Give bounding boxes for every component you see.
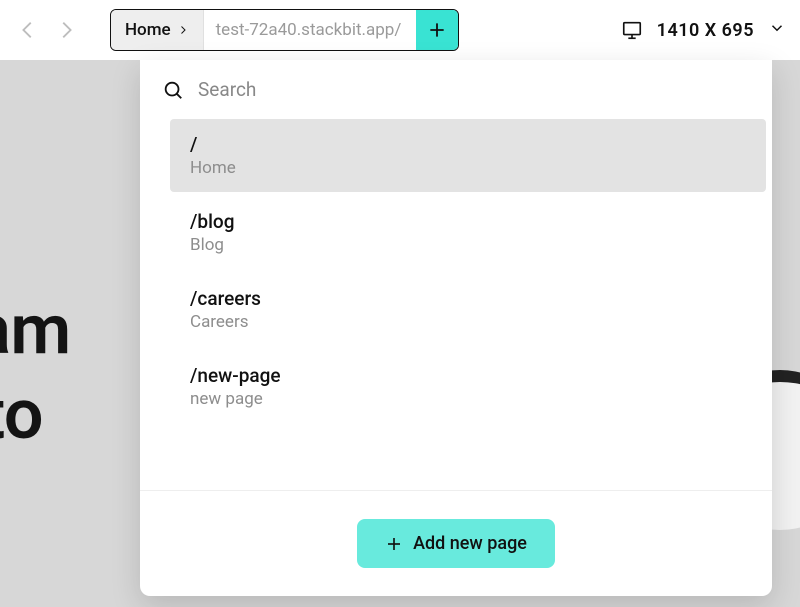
url-box: Home test-72a40.stackbit.app/ [110, 9, 459, 51]
breadcrumb-label: Home [125, 20, 171, 40]
viewport-selector[interactable]: 1410 X 695 [621, 19, 786, 41]
search-input[interactable] [198, 78, 750, 101]
chevron-down-icon [768, 19, 786, 37]
bg-hero-text: A team one to [0, 288, 71, 459]
page-list-scroll[interactable]: /Home/blogBlog/careersCareers/new-pagene… [170, 119, 772, 490]
breadcrumb-home[interactable]: Home [111, 10, 204, 50]
page-item[interactable]: /Home [170, 119, 766, 192]
search-icon [162, 79, 184, 101]
page-title: Careers [190, 312, 748, 332]
add-page-toolbar-button[interactable] [416, 10, 458, 50]
page-title: Home [190, 158, 748, 178]
viewport-size-label: 1410 X 695 [657, 20, 754, 41]
back-arrow-icon [17, 19, 39, 41]
page-picker-dropdown: /Home/blogBlog/careersCareers/new-pagene… [140, 60, 772, 596]
page-title: Blog [190, 235, 748, 255]
add-new-page-label: Add new page [413, 533, 527, 554]
dropdown-footer: Add new page [140, 490, 772, 596]
page-list: /Home/blogBlog/careersCareers/new-pagene… [140, 119, 772, 490]
page-item[interactable]: /blogBlog [170, 196, 766, 269]
topbar: Home test-72a40.stackbit.app/ 1410 X 695 [0, 0, 800, 60]
forward-arrow-icon [55, 19, 77, 41]
viewport-chevron [768, 19, 786, 41]
plus-icon [385, 535, 403, 553]
forward-button[interactable] [52, 16, 80, 44]
back-button[interactable] [14, 16, 42, 44]
chevron-right-icon [177, 24, 189, 36]
page-path: /new-page [190, 364, 748, 387]
search-row [140, 60, 772, 119]
page-path: / [190, 133, 748, 156]
plus-icon [427, 20, 447, 40]
page-title: new page [190, 389, 748, 409]
page-item[interactable]: /careersCareers [170, 273, 766, 346]
page-item[interactable]: /new-pagenew page [170, 350, 766, 423]
desktop-icon [621, 19, 643, 41]
page-path: /careers [190, 287, 748, 310]
url-path[interactable]: test-72a40.stackbit.app/ [204, 20, 416, 40]
page-path: /blog [190, 210, 748, 233]
add-new-page-button[interactable]: Add new page [357, 519, 555, 568]
